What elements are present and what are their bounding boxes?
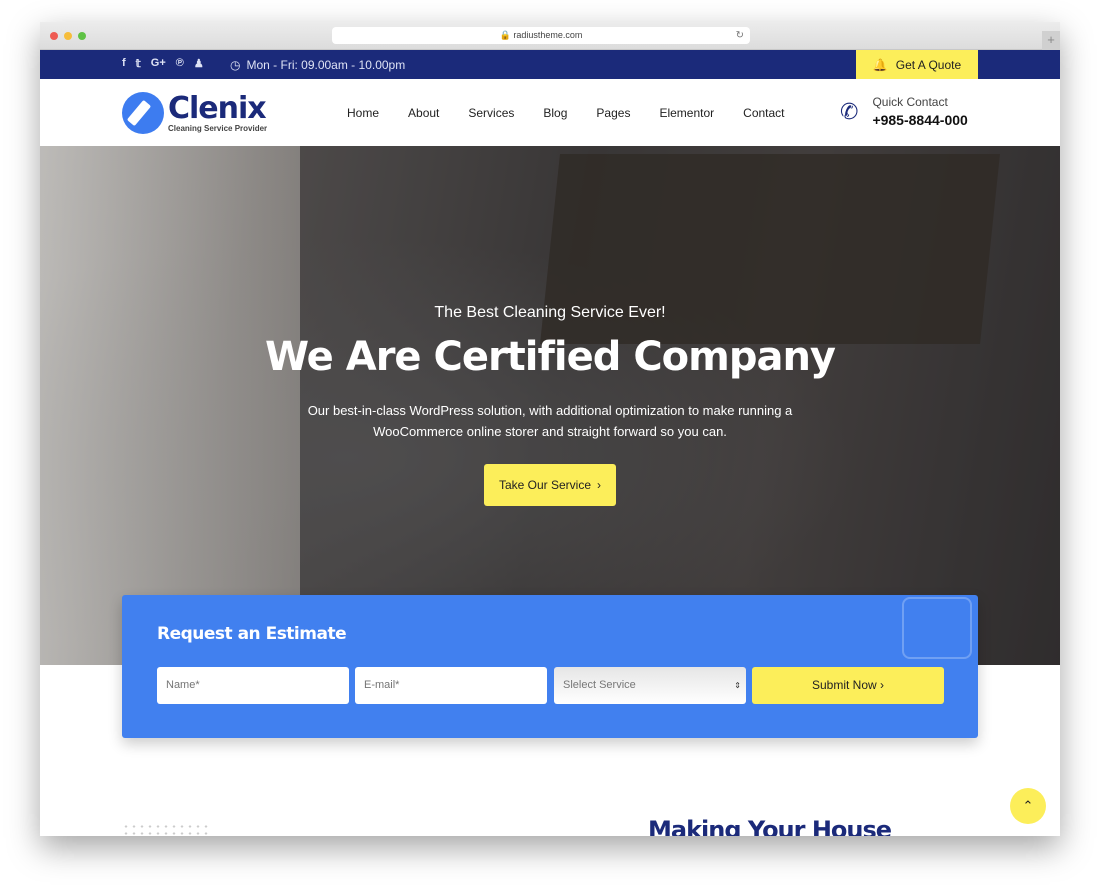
service-select-value: Slelect Service (563, 679, 636, 691)
hero-text-line: Our best-in-class WordPress solution, wi… (307, 403, 793, 418)
logo-mark-icon (122, 92, 164, 134)
name-input[interactable] (157, 667, 349, 704)
get-quote-button[interactable]: 🔔 Get A Quote (856, 50, 978, 79)
new-tab-button[interactable]: + (1042, 31, 1060, 50)
opening-hours: Mon - Fri: 09.00am - 10.00pm (246, 58, 406, 72)
service-select[interactable]: Slelect Service ⇕ (554, 667, 746, 704)
hero-kicker: The Best Cleaning Service Ever! (434, 304, 666, 321)
hero-title: We Are Certified Company (264, 334, 836, 380)
take-service-label: Take Our Service (498, 478, 592, 492)
facebook-icon[interactable]: f (122, 57, 126, 70)
select-arrows-icon: ⇕ (734, 681, 741, 690)
close-window-button[interactable] (50, 32, 58, 40)
logo[interactable]: Clenix Cleaning Service Provider (122, 92, 267, 134)
quick-contact: ✆ Quick Contact +985-8844-000 (840, 95, 968, 128)
phone-number[interactable]: +985-8844-000 (872, 112, 967, 128)
chevron-right-icon: › (880, 678, 885, 692)
google-plus-icon[interactable]: G+ (151, 57, 166, 70)
menu-blog[interactable]: Blog (543, 106, 567, 120)
social-links: f 𝕥 G+ ℗ ♟ (122, 57, 204, 70)
hero-banner: The Best Cleaning Service Ever! We Are C… (40, 146, 1060, 665)
menu-pages[interactable]: Pages (596, 106, 630, 120)
clock-icon: ◷ (230, 58, 241, 72)
get-quote-label: Get A Quote (895, 57, 962, 72)
estimate-title: Request an Estimate (157, 624, 347, 644)
browser-chrome: 🔒 radiustheme.com ↻ + (40, 22, 1060, 50)
browser-window: 🔒 radiustheme.com ↻ + f 𝕥 G+ ℗ ♟ ◷ Mon - F… (40, 22, 1060, 836)
take-service-button[interactable]: Take Our Service › (484, 464, 616, 506)
submit-label: Submit Now (811, 678, 877, 692)
quick-contact-label: Quick Contact (872, 95, 948, 109)
reload-icon[interactable]: ↻ (736, 27, 744, 44)
main-header: Clenix Cleaning Service Provider Home Abo… (40, 79, 1060, 146)
bell-icon: 🔔 (872, 57, 888, 72)
twitter-icon[interactable]: 𝕥 (136, 57, 141, 70)
email-input[interactable] (355, 667, 547, 704)
maximize-window-button[interactable] (78, 32, 86, 40)
mop-bucket-icon (902, 597, 972, 659)
phone-icon: ✆ (840, 98, 859, 124)
lock-icon: 🔒 (499, 30, 514, 40)
section-title: Making Your House (648, 816, 892, 836)
estimate-form: Request an Estimate Slelect Service ⇕ Sub… (122, 595, 978, 738)
pinterest-icon[interactable]: ℗ (176, 57, 184, 70)
main-menu: Home About Services Blog Pages Elementor… (347, 106, 785, 120)
brand-tagline: Cleaning Service Provider (168, 123, 268, 133)
double-chevron-up-icon: ⌃ (1022, 798, 1034, 813)
submit-button[interactable]: Submit Now › (752, 667, 944, 704)
chevron-right-icon: › (597, 478, 602, 492)
menu-services[interactable]: Services (468, 106, 514, 120)
address-bar[interactable]: 🔒 radiustheme.com ↻ (332, 27, 750, 44)
url-text: radiustheme.com (513, 30, 583, 40)
hero-text-line: WooCommerce online storer and straight f… (373, 424, 727, 439)
menu-about[interactable]: About (408, 106, 439, 120)
top-bar: f 𝕥 G+ ℗ ♟ ◷ Mon - Fri: 09.00am - 10.00pm… (40, 50, 1060, 79)
dot-pattern (122, 823, 210, 836)
menu-elementor[interactable]: Elementor (659, 106, 714, 120)
menu-home[interactable]: Home (347, 106, 379, 120)
minimize-window-button[interactable] (64, 32, 72, 40)
scroll-to-top-button[interactable]: ⌃ (1010, 788, 1046, 824)
hero-text: Our best-in-class WordPress solution, wi… (40, 400, 1060, 442)
brand-name: Clenix (168, 90, 267, 126)
snapchat-icon[interactable]: ♟ (194, 57, 204, 70)
menu-contact[interactable]: Contact (743, 106, 784, 120)
